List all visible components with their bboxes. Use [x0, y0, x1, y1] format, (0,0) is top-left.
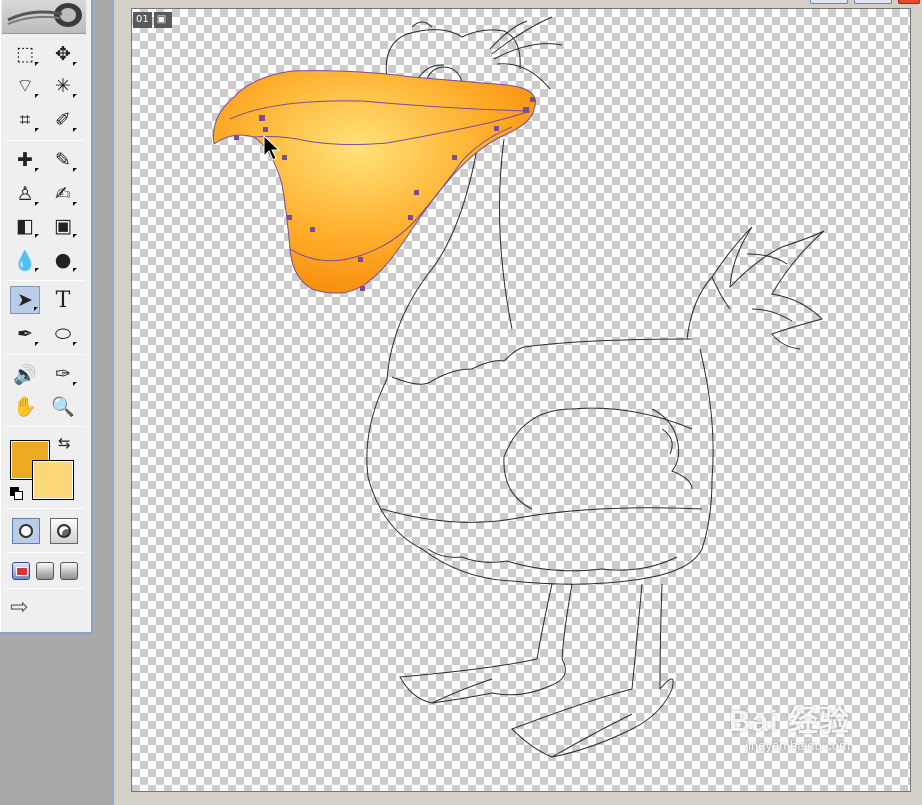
palette-separator — [6, 426, 84, 427]
pen-tool-icon[interactable]: ✒ — [10, 320, 40, 348]
eyedropper-tool-icon[interactable]: ✑ — [48, 360, 78, 388]
quick-mask-mode-button[interactable] — [50, 518, 78, 544]
image-icon: ▣ — [153, 12, 172, 28]
zoom-tool-icon[interactable]: 🔍 — [48, 392, 78, 420]
baidu-watermark: Bai 经验 jingyan.baidu.com — [729, 696, 850, 753]
palette-separator — [6, 280, 84, 281]
standard-mode-button[interactable] — [12, 518, 40, 544]
eraser-tool-icon[interactable]: ◧ — [10, 212, 40, 240]
healing-brush-tool-icon[interactable]: ✚ — [10, 146, 40, 174]
background-color-swatch[interactable] — [32, 460, 74, 500]
gradient-tool-icon[interactable]: ▣ — [48, 212, 78, 240]
clone-stamp-tool-icon[interactable]: ♙ — [10, 180, 40, 208]
tool-flyout-indicator — [34, 307, 38, 311]
hand-tool-icon[interactable]: ✋ — [10, 392, 40, 420]
tool-flyout-indicator — [73, 382, 77, 386]
tool-flyout-indicator — [35, 202, 39, 206]
direct-selection-tool-icon[interactable]: ➤ — [10, 286, 40, 314]
tool-flyout-indicator — [73, 62, 77, 66]
document-window: Bai 经验 jingyan.baidu.com 01 ▣ — [111, 0, 922, 805]
palette-logo[interactable] — [2, 0, 86, 34]
tools-palette: ⬚ ✥ ⌔ ✳ ⌗ ✐ ✚ ✎ ♙ ✍ ◧ ▣ 💧 ● ➤ T ✒ ⬭ 🔊 ✑ ✋ 🔍 ⇆ ⇨ — [0, 0, 93, 634]
brush-tool-icon[interactable]: ✎ — [48, 146, 78, 174]
type-tool-icon[interactable]: T — [48, 286, 78, 314]
tool-flyout-indicator — [73, 94, 77, 98]
full-screen-menu-mode-button[interactable] — [36, 562, 54, 580]
palette-separator — [6, 140, 84, 141]
notes-tool-icon[interactable]: 🔊 — [10, 360, 40, 388]
history-brush-tool-icon[interactable]: ✍ — [48, 180, 78, 208]
tool-flyout-indicator — [73, 234, 77, 238]
tool-flyout-indicator — [73, 202, 77, 206]
tool-flyout-indicator — [35, 168, 39, 172]
beak-shape[interactable] — [212, 70, 536, 294]
close-button[interactable] — [898, 0, 920, 4]
magic-wand-tool-icon[interactable]: ✳ — [48, 72, 78, 100]
palette-separator — [6, 508, 84, 509]
feather-logo-icon — [7, 3, 82, 27]
move-tool-icon[interactable]: ✥ — [48, 40, 78, 68]
tool-flyout-indicator — [73, 342, 77, 346]
tool-flyout-indicator — [35, 128, 39, 132]
tool-flyout-indicator — [35, 342, 39, 346]
watermark-url: jingyan.baidu.com — [745, 738, 850, 753]
full-screen-mode-button[interactable] — [60, 562, 78, 580]
head-feathers-outline — [489, 16, 563, 90]
swap-colors-icon[interactable]: ⇆ — [58, 434, 71, 452]
standard-screen-mode-button[interactable] — [12, 562, 30, 580]
document-canvas[interactable]: Bai 经验 jingyan.baidu.com — [131, 8, 911, 792]
photoshop-window: ⬚ ✥ ⌔ ✳ ⌗ ✐ ✚ ✎ ♙ ✍ ◧ ▣ 💧 ● ➤ T ✒ ⬭ 🔊 ✑ ✋ 🔍 ⇆ ⇨ — [0, 0, 922, 805]
burn-tool-icon[interactable]: ● — [48, 246, 78, 274]
tool-flyout-indicator — [35, 62, 39, 66]
slice-tool-icon[interactable]: ✐ — [48, 106, 78, 134]
frame-indicator: 01 ▣ — [133, 12, 172, 28]
watermark-brand: Bai 经验 — [728, 705, 850, 738]
window-title-buttons — [752, 0, 922, 4]
tool-flyout-indicator — [35, 94, 39, 98]
jump-to-imageready-icon[interactable]: ⇨ — [10, 595, 28, 620]
tool-flyout-indicator — [73, 128, 77, 132]
pelican-artwork — [212, 16, 825, 758]
legs-and-feet-outline — [399, 583, 674, 758]
tool-flyout-indicator — [73, 268, 77, 272]
ellipse-tool-icon[interactable]: ⬭ — [48, 320, 78, 348]
tool-flyout-indicator — [35, 234, 39, 238]
tail-feathers-outline — [686, 226, 825, 350]
default-colors-icon[interactable] — [10, 487, 26, 501]
frame-number: 01 — [133, 12, 152, 28]
blur-tool-icon[interactable]: 💧 — [10, 246, 40, 274]
tool-flyout-indicator — [35, 268, 39, 272]
palette-separator — [6, 588, 84, 589]
lasso-tool-icon[interactable]: ⌔ — [10, 72, 40, 100]
maximize-button[interactable] — [854, 0, 892, 4]
palette-separator — [6, 552, 84, 553]
minimize-button[interactable] — [810, 0, 848, 4]
crop-tool-icon[interactable]: ⌗ — [10, 106, 40, 134]
palette-separator — [6, 354, 84, 355]
tool-flyout-indicator — [73, 168, 77, 172]
marquee-tool-icon[interactable]: ⬚ — [10, 40, 40, 68]
